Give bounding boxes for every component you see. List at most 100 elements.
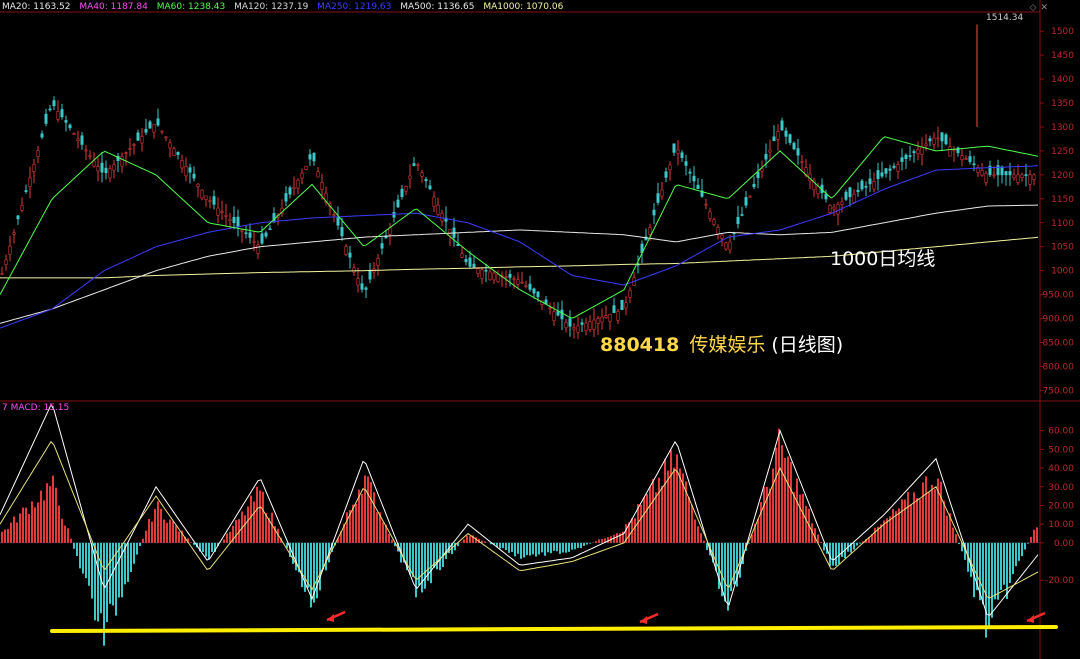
candle [508,273,512,278]
macd-legend: 7 MACD: 15.15 [2,403,69,413]
candle [768,149,772,153]
candle [868,178,872,185]
candle [320,182,324,190]
candle [208,200,212,203]
close-icon[interactable]: ✕ [1040,3,1052,13]
candle [840,201,844,205]
candle [964,158,968,160]
candle [256,244,260,254]
candle [1000,166,1004,176]
candle [620,299,624,311]
candle [992,174,996,177]
candle [440,212,444,222]
candle [580,322,584,325]
candle [124,152,128,154]
candle [120,156,124,167]
candle [88,155,92,157]
candle [128,148,132,150]
candle [688,171,692,174]
candle [660,189,664,197]
window-controls[interactable]: ◇✕ [1030,3,1052,13]
candle [380,243,384,249]
candle [80,135,84,145]
candle [300,172,304,179]
candle [488,271,492,281]
candle [624,302,628,309]
macd-tick-label: 50.00 [1048,445,1074,455]
diamond-icon[interactable]: ◇ [1030,3,1041,13]
candle [916,149,920,155]
ma250-label: MA250: 1219.63 [317,2,392,12]
candle [424,179,428,182]
price-tick-label: 850.00 [1043,339,1075,349]
candle [860,180,864,190]
candle [792,142,796,150]
candle [332,214,336,216]
candle [516,279,520,285]
candle [188,167,192,173]
candle [64,120,68,123]
candle [288,187,292,195]
candle [672,143,676,153]
candle [908,155,912,157]
candle [1004,171,1008,176]
candle [8,245,12,255]
candle [28,177,32,187]
candle [140,136,144,144]
candle [652,209,656,216]
candle [172,148,176,156]
candle [940,132,944,142]
candle [680,152,684,159]
candle [932,137,936,145]
price-tick-label: 1400 [1051,75,1074,85]
candle [432,196,436,207]
candle [684,161,688,166]
candle [284,193,288,202]
index-code: 880418 [600,334,680,356]
candle [32,164,36,172]
candle [308,154,312,160]
macd-tick-label: 30.00 [1048,483,1074,493]
candle [892,165,896,168]
candle [336,217,340,226]
candle [360,283,364,290]
candle [232,216,236,224]
candle [484,269,488,272]
candle [224,215,228,217]
candle [564,322,568,329]
candle [608,313,612,322]
candle [40,133,44,138]
candle [920,146,924,155]
candle [36,150,40,157]
candle [72,133,76,135]
macd-tick-label: -20.00 [1045,576,1074,586]
candle [816,186,820,195]
candle [832,206,836,210]
candle [592,319,596,330]
candle [780,120,784,131]
candle [92,160,96,167]
candle [844,191,848,200]
candle [200,189,204,199]
candle [160,130,164,133]
candle [984,173,988,183]
candle [1032,174,1036,180]
candle [968,156,972,162]
candle [532,288,536,294]
candle [16,215,20,220]
candle [476,268,480,274]
candle [876,170,880,180]
price-tick-label: 1200 [1051,171,1074,181]
candle [212,196,216,205]
candle [404,185,408,192]
candle [468,257,472,267]
candle [952,149,956,152]
candle [396,199,400,208]
candle [600,316,604,323]
ma40-label: MA40: 1187.84 [79,2,148,12]
candle [112,164,116,171]
candle [584,322,588,332]
candle [492,272,496,281]
price-tick-label: 1000 [1051,267,1074,277]
candle [960,155,964,161]
